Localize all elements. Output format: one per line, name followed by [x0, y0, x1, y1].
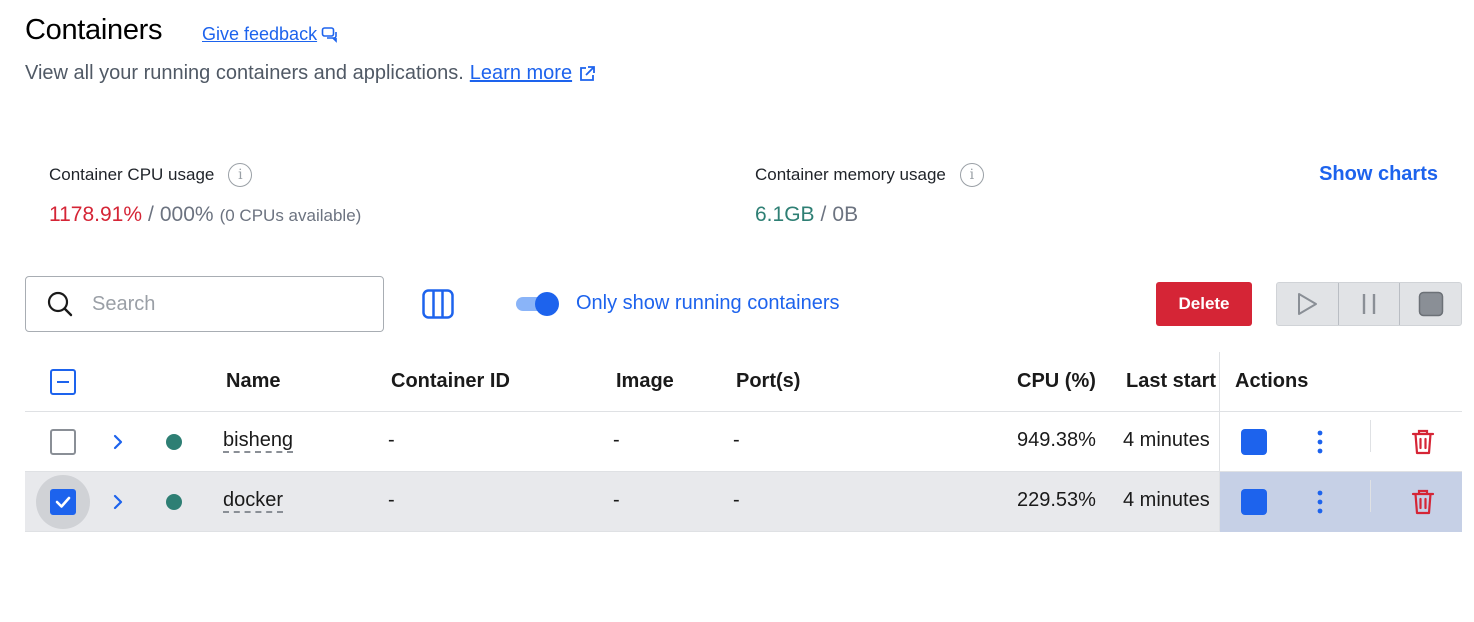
- memory-usage-value: 6.1GB / 0B: [755, 203, 858, 227]
- cpu-usage-label-text: Container CPU usage: [49, 165, 215, 184]
- cpu-used: 1178.91%: [49, 203, 143, 226]
- info-icon[interactable]: i: [959, 163, 984, 187]
- column-header-last-started[interactable]: Last start: [1126, 370, 1219, 393]
- table-row[interactable]: bisheng - - - 949.38% 4 minutes: [25, 412, 1462, 472]
- running-only-toggle[interactable]: [514, 292, 559, 316]
- cpu-total: 000%: [159, 203, 214, 226]
- learn-more-link[interactable]: Learn more: [470, 62, 596, 85]
- subtitle-text: View all your running containers and app…: [25, 62, 464, 84]
- container-id: -: [388, 429, 395, 451]
- memory-separator: /: [820, 203, 827, 226]
- column-header-name[interactable]: Name: [226, 370, 280, 393]
- more-vertical-icon[interactable]: [1311, 488, 1329, 516]
- give-feedback-label: Give feedback: [202, 24, 318, 44]
- column-header-cpu[interactable]: CPU (%): [1017, 370, 1096, 393]
- indeterminate-mark: [57, 380, 69, 384]
- row-checkbox[interactable]: [50, 489, 76, 515]
- search-input[interactable]: [92, 292, 332, 316]
- check-icon: [55, 496, 71, 508]
- cpu-note: (0 CPUs available): [219, 206, 362, 225]
- give-feedback-link[interactable]: Give feedback: [202, 24, 339, 45]
- page-title: Containers: [25, 14, 163, 46]
- container-controls: [1276, 282, 1462, 326]
- column-header-image[interactable]: Image: [616, 370, 674, 393]
- cpu-usage-label: Container CPU usage i: [49, 163, 253, 187]
- container-name[interactable]: bisheng: [223, 429, 293, 452]
- play-icon: [1298, 293, 1318, 315]
- select-all-checkbox[interactable]: [50, 369, 76, 395]
- running-only-label[interactable]: Only show running containers: [576, 292, 839, 315]
- row-checkbox[interactable]: [50, 429, 76, 455]
- cpu-usage-value: 1178.91% / 000% (0 CPUs available): [49, 203, 361, 227]
- table-row[interactable]: docker - - - 229.53% 4 minutes: [25, 472, 1462, 532]
- delete-button[interactable]: Delete: [1156, 282, 1252, 326]
- info-icon[interactable]: i: [228, 163, 253, 187]
- container-cpu: 229.53%: [1017, 489, 1096, 511]
- column-header-actions: Actions: [1235, 370, 1309, 392]
- external-link-icon: [580, 65, 595, 81]
- container-ports: -: [733, 429, 740, 451]
- column-header-ports[interactable]: Port(s): [736, 370, 800, 393]
- actions-column-divider: [1219, 352, 1220, 532]
- search-box[interactable]: [25, 276, 384, 332]
- stop-icon: [1418, 291, 1443, 317]
- learn-more-label: Learn more: [469, 62, 573, 84]
- trash-icon[interactable]: [1410, 488, 1436, 516]
- start-button[interactable]: [1277, 283, 1339, 325]
- memory-usage-label-text: Container memory usage: [755, 165, 946, 184]
- column-header-container-id[interactable]: Container ID: [391, 370, 510, 393]
- feedback-icon: [321, 26, 337, 43]
- more-vertical-icon[interactable]: [1311, 428, 1329, 456]
- container-name[interactable]: docker: [223, 489, 283, 512]
- memory-usage-label: Container memory usage i: [755, 163, 984, 187]
- stop-button[interactable]: [1400, 283, 1461, 325]
- stop-container-button[interactable]: [1241, 489, 1267, 515]
- columns-icon[interactable]: [422, 289, 454, 319]
- page-subtitle: View all your running containers and app…: [25, 62, 596, 85]
- toggle-knob: [535, 292, 559, 316]
- status-running-indicator: [166, 434, 182, 450]
- container-last-started: 4 minutes: [1123, 429, 1210, 451]
- cpu-separator: /: [148, 203, 154, 226]
- container-image: -: [613, 429, 620, 451]
- status-running-indicator: [166, 494, 182, 510]
- trash-icon[interactable]: [1410, 428, 1436, 456]
- stop-container-button[interactable]: [1241, 429, 1267, 455]
- memory-total: 0B: [832, 203, 859, 226]
- memory-used: 6.1GB: [755, 203, 815, 226]
- actions-divider: [1370, 480, 1371, 512]
- container-image: -: [613, 489, 620, 511]
- actions-divider: [1370, 420, 1371, 452]
- search-icon: [47, 291, 73, 317]
- chevron-right-icon[interactable]: [110, 430, 126, 454]
- container-cpu: 949.38%: [1017, 429, 1096, 451]
- container-id: -: [388, 489, 395, 511]
- chevron-right-icon[interactable]: [110, 490, 126, 514]
- container-last-started: 4 minutes: [1123, 489, 1210, 511]
- pause-icon: [1362, 294, 1376, 314]
- containers-table: Name Container ID Image Port(s) CPU (%) …: [25, 352, 1462, 532]
- pause-button[interactable]: [1339, 283, 1401, 325]
- container-ports: -: [733, 489, 740, 511]
- table-header: Name Container ID Image Port(s) CPU (%) …: [25, 352, 1462, 412]
- show-charts-button[interactable]: Show charts: [1319, 163, 1438, 186]
